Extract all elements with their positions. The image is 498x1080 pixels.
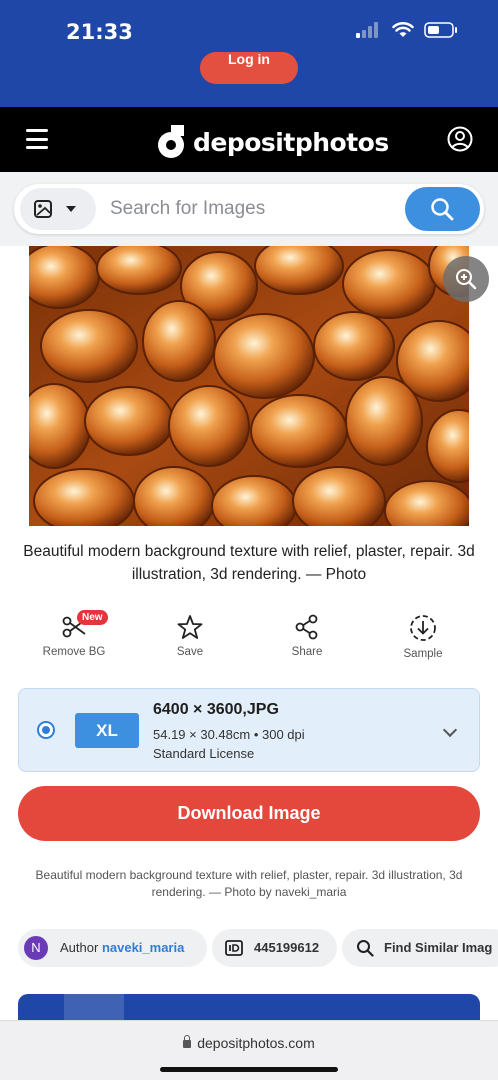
- search-box: [14, 184, 484, 234]
- find-similar-label: Find Similar Imag: [384, 940, 493, 955]
- meta-chips: N Author naveki_maria 445199612 Find Sim…: [18, 929, 498, 967]
- url-display: depositphotos.com: [0, 1035, 498, 1051]
- download-sample-icon: [410, 615, 436, 641]
- sample-button[interactable]: Sample: [378, 610, 468, 660]
- chevron-down-icon[interactable]: [442, 722, 458, 738]
- author-prefix: Author: [60, 940, 99, 955]
- image-type-icon: [34, 200, 52, 218]
- copper-texture-image: [29, 246, 469, 526]
- zoom-button[interactable]: [443, 256, 489, 302]
- url-text: depositphotos.com: [197, 1035, 315, 1051]
- download-button[interactable]: Download Image: [18, 786, 480, 841]
- share-label: Share: [291, 646, 323, 658]
- search-button[interactable]: [405, 187, 480, 231]
- author-name[interactable]: naveki_maria: [102, 940, 184, 955]
- license-radio[interactable]: [37, 721, 55, 739]
- image-caption: Beautiful modern background texture with…: [35, 868, 463, 899]
- brand-logo[interactable]: depositphotos: [157, 125, 389, 159]
- license-dimensions: 6400 × 3600,JPG: [153, 701, 279, 718]
- status-icons: [356, 22, 458, 38]
- size-badge: XL: [75, 713, 139, 748]
- image-id: 445199612: [254, 940, 320, 955]
- login-button[interactable]: Log in: [200, 51, 298, 84]
- wifi-icon: [392, 22, 414, 37]
- action-bar: New Remove BG Save Share Sample: [0, 610, 498, 670]
- browser-url-bar[interactable]: depositphotos.com: [0, 1020, 498, 1080]
- search-icon: [431, 198, 454, 221]
- star-icon: [177, 615, 203, 639]
- license-type: Standard License: [153, 746, 255, 761]
- author-chip[interactable]: N Author naveki_maria: [18, 929, 207, 967]
- battery-icon: [424, 22, 457, 38]
- search-icon: [357, 940, 374, 957]
- cellular-signal-icon: [356, 22, 378, 38]
- search-input[interactable]: [110, 184, 390, 234]
- avatar: N: [24, 936, 48, 960]
- home-indicator[interactable]: [160, 1067, 338, 1072]
- image-title: Beautiful modern background texture with…: [23, 543, 475, 583]
- main-image[interactable]: [29, 246, 469, 526]
- remove-bg-label: Remove BG: [42, 646, 106, 658]
- lock-icon: [183, 1035, 192, 1048]
- search-type-dropdown[interactable]: [20, 188, 96, 230]
- find-similar-chip[interactable]: Find Similar Imag: [342, 929, 498, 967]
- zoom-in-icon: [456, 269, 477, 290]
- id-icon: [225, 940, 243, 956]
- status-time: 21:33: [66, 20, 133, 44]
- depositphotos-logo-icon: [158, 125, 184, 158]
- sample-label: Sample: [403, 648, 443, 660]
- account-icon[interactable]: [447, 126, 473, 152]
- new-badge: New: [77, 610, 108, 625]
- search-area: [0, 172, 498, 246]
- remove-bg-button[interactable]: New Remove BG: [29, 610, 119, 658]
- status-bar: 21:33 Log in: [0, 0, 498, 107]
- brand-name: depositphotos: [193, 127, 389, 157]
- nav-bar: depositphotos: [0, 107, 498, 172]
- license-option[interactable]: XL 6400 × 3600,JPG 54.19 × 30.48cm • 300…: [18, 688, 480, 772]
- chevron-down-icon: [66, 206, 76, 212]
- share-icon: [295, 614, 318, 640]
- save-label: Save: [176, 646, 204, 658]
- hamburger-menu-icon[interactable]: [26, 129, 48, 149]
- image-id-chip[interactable]: 445199612: [212, 929, 337, 967]
- license-print-size: 54.19 × 30.48cm • 300 dpi: [153, 727, 305, 742]
- share-button[interactable]: Share: [262, 610, 352, 658]
- login-label: Log in: [228, 51, 270, 67]
- save-button[interactable]: Save: [145, 610, 235, 658]
